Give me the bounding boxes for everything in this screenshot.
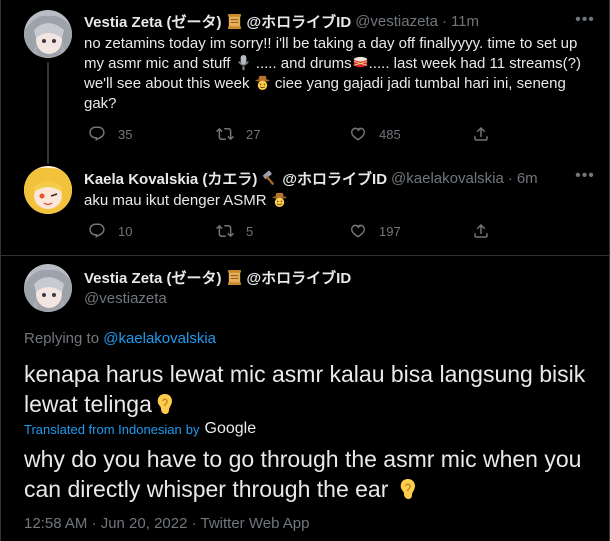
text-span: ..... and drums bbox=[255, 55, 352, 72]
avatar[interactable] bbox=[24, 10, 72, 58]
microphone-emoji-icon bbox=[237, 54, 249, 71]
reply-button[interactable]: 10 bbox=[88, 222, 216, 240]
replying-to: Replying to @kaelakovalskia bbox=[24, 330, 216, 347]
replying-prefix: Replying to bbox=[24, 330, 100, 347]
like-count: 485 bbox=[379, 126, 401, 142]
translated-text: why do you have to go through the asmr m… bbox=[24, 444, 594, 504]
separator: · bbox=[441, 13, 447, 30]
tweet-text: kenapa harus lewat mic asmr kalau bisa l… bbox=[24, 359, 594, 419]
text-line: gak? bbox=[84, 95, 117, 112]
ear-emoji-icon bbox=[157, 394, 172, 414]
heart-icon bbox=[351, 224, 365, 238]
retweet-count: 27 bbox=[246, 126, 261, 142]
text-span: ciee yang gajadi jadi tumbal hari ini, s… bbox=[274, 75, 566, 92]
text-line: no zetamins today im sorry!! i'll be tak… bbox=[84, 35, 578, 52]
focused-tweet: Vestia Zeta (ゼータ) @ホロライブID @vestiazeta R… bbox=[0, 256, 610, 541]
scroll-emoji-icon bbox=[226, 13, 243, 31]
handle[interactable]: @vestiazeta bbox=[84, 290, 167, 307]
translated-from-link[interactable]: Translated from Indonesian bbox=[24, 422, 182, 437]
text-span: can directly whisper through the ear bbox=[24, 476, 389, 502]
handle[interactable]: @vestiazeta bbox=[355, 13, 438, 30]
avatar[interactable] bbox=[24, 166, 72, 214]
share-icon bbox=[474, 126, 488, 141]
drum-emoji-icon bbox=[353, 56, 367, 68]
reply-icon bbox=[89, 126, 105, 141]
reply-count: 35 bbox=[118, 126, 133, 142]
retweet-count: 5 bbox=[246, 223, 254, 239]
text-line: can directly whisper through the ear bbox=[24, 474, 594, 504]
display-name[interactable]: Kaela Kovalskia (カエラ) bbox=[84, 168, 257, 189]
tweet-timestamp[interactable]: 12:58 AM · Jun 20, 2022 · Twitter Web Ap… bbox=[24, 515, 309, 532]
more-icon[interactable]: ••• bbox=[575, 10, 595, 30]
org-tag: @ホロライブID bbox=[246, 14, 352, 31]
heart-icon bbox=[351, 127, 365, 141]
display-name[interactable]: Vestia Zeta (ゼータ) bbox=[84, 11, 222, 32]
text-line: my asmr mic and stuff ..... and drums...… bbox=[84, 54, 594, 74]
text-span: we'll see about this week bbox=[84, 75, 250, 92]
author-row: Kaela Kovalskia (カエラ) @ホロライブID @kaelakov… bbox=[84, 168, 538, 189]
share-button[interactable] bbox=[472, 222, 490, 240]
avatar[interactable] bbox=[24, 264, 72, 312]
retweet-icon bbox=[216, 224, 234, 238]
translated-by: by bbox=[185, 421, 200, 437]
text-span: lewat telinga bbox=[24, 391, 152, 417]
like-count: 197 bbox=[379, 223, 401, 239]
scroll-emoji-icon bbox=[226, 269, 243, 287]
timestamp[interactable]: 11m bbox=[451, 13, 479, 30]
tweet-text: aku mau ikut denger ASMR bbox=[84, 191, 288, 211]
text-span: aku mau ikut denger ASMR bbox=[84, 192, 267, 209]
tweet-kaela[interactable]: Kaela Kovalskia (カエラ) @ホロライブID @kaelakov… bbox=[0, 156, 610, 256]
org-tag: @ホロライブID bbox=[282, 171, 388, 188]
like-button[interactable]: 485 bbox=[349, 125, 472, 143]
cowboy-emoji-icon bbox=[254, 75, 270, 91]
hammer-emoji-icon bbox=[261, 170, 278, 188]
timestamp[interactable]: 6m bbox=[517, 170, 538, 187]
text-line: kenapa harus lewat mic asmr kalau bisa l… bbox=[24, 361, 586, 387]
reply-count: 10 bbox=[118, 223, 133, 239]
cowboy-emoji-icon bbox=[271, 192, 287, 208]
org-tag: @ホロライブID bbox=[246, 270, 352, 287]
handle[interactable]: @kaelakovalskia bbox=[391, 170, 504, 187]
share-button[interactable] bbox=[472, 125, 490, 143]
reply-icon bbox=[89, 223, 105, 238]
retweet-icon bbox=[216, 127, 234, 141]
ear-emoji-icon bbox=[400, 479, 415, 499]
text-line: why do you have to go through the asmr m… bbox=[24, 446, 582, 472]
separator: · bbox=[507, 170, 513, 187]
reply-button[interactable]: 35 bbox=[88, 125, 216, 143]
share-icon bbox=[474, 223, 488, 238]
text-line: we'll see about this week ciee yang gaja… bbox=[84, 74, 594, 94]
retweet-button[interactable]: 27 bbox=[216, 125, 349, 143]
text-span: ..... last week had 11 streams(?) bbox=[368, 55, 581, 72]
text-span: my asmr mic and stuff bbox=[84, 55, 231, 72]
tweet-vestia-first[interactable]: Vestia Zeta (ゼータ) @ホロライブID @vestiazeta ·… bbox=[0, 0, 610, 162]
tweet-actions: 35 27 485 bbox=[88, 125, 490, 143]
author-row: Vestia Zeta (ゼータ) @ホロライブID @vestiazeta ·… bbox=[84, 11, 479, 32]
more-icon[interactable]: ••• bbox=[575, 166, 595, 186]
tweet-text: no zetamins today im sorry!! i'll be tak… bbox=[84, 34, 594, 114]
display-name[interactable]: Vestia Zeta (ゼータ) bbox=[84, 267, 222, 288]
translation-attribution: Translated from Indonesian by Google bbox=[24, 420, 256, 438]
author-row: Vestia Zeta (ゼータ) @ホロライブID bbox=[84, 267, 351, 288]
tweet-actions: 10 5 197 bbox=[88, 222, 490, 240]
replying-to-link[interactable]: @kaelakovalskia bbox=[103, 330, 216, 347]
thread-line bbox=[47, 62, 49, 162]
retweet-button[interactable]: 5 bbox=[216, 222, 349, 240]
google-logo: Google bbox=[204, 420, 257, 437]
text-line: lewat telinga bbox=[24, 389, 594, 419]
thread-line bbox=[47, 156, 49, 164]
like-button[interactable]: 197 bbox=[349, 222, 472, 240]
